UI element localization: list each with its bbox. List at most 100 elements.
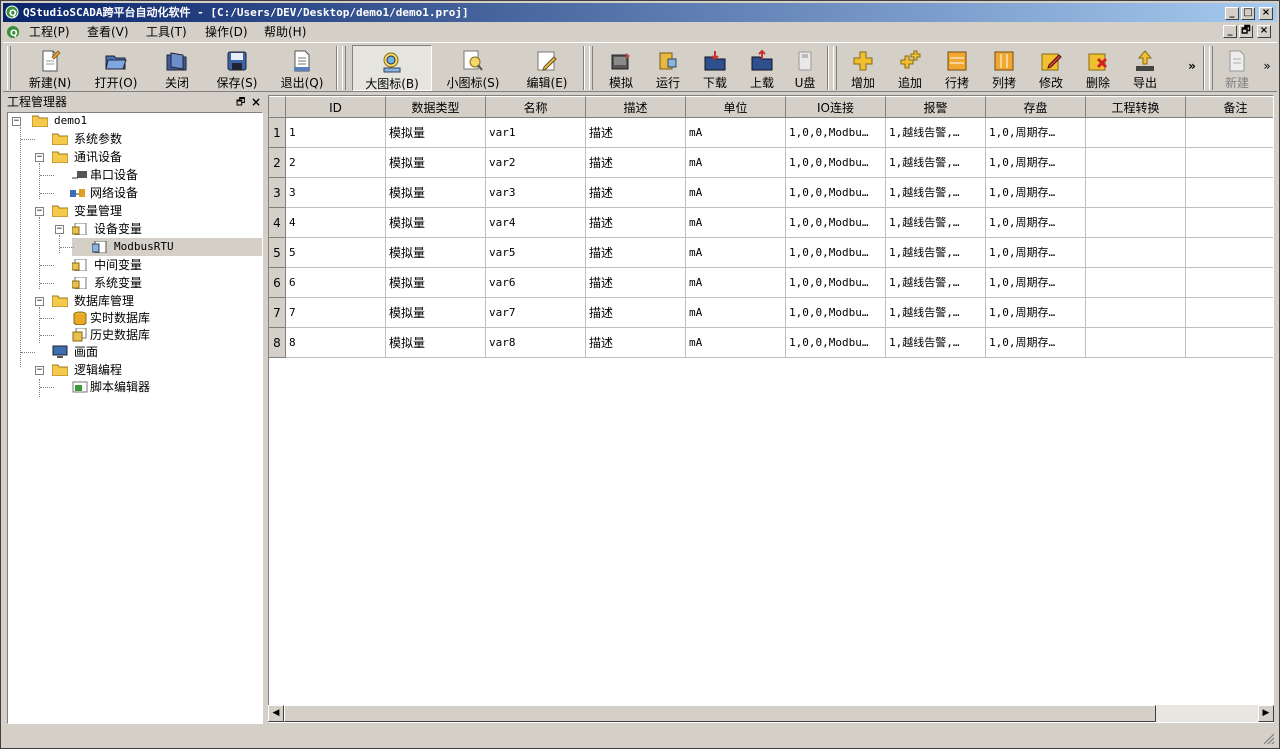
cell-engineering-conversion[interactable] (1086, 238, 1186, 268)
cell-name[interactable]: var8 (486, 328, 586, 358)
cell-io-connection[interactable]: 1,0,0,Modbu… (786, 178, 886, 208)
cell-unit[interactable]: mA (686, 208, 786, 238)
append-button[interactable]: 追加 (888, 45, 932, 91)
cell-storage[interactable]: 1,0,周期存… (986, 328, 1086, 358)
cell-name[interactable]: var3 (486, 178, 586, 208)
cell-id[interactable]: 5 (286, 238, 386, 268)
menu-view[interactable]: 查看(V) (87, 23, 129, 41)
column-copy-button[interactable]: 列拷 (982, 45, 1026, 91)
cell-remarks[interactable] (1186, 328, 1273, 358)
menu-tools[interactable]: 工具(T) (146, 23, 187, 41)
row-header[interactable]: 2 (269, 148, 286, 178)
resize-grip-icon[interactable] (1261, 731, 1275, 745)
cell-io-connection[interactable]: 1,0,0,Modbu… (786, 208, 886, 238)
cell-data-type[interactable]: 模拟量 (386, 268, 486, 298)
cell-unit[interactable]: mA (686, 178, 786, 208)
cell-engineering-conversion[interactable] (1086, 118, 1186, 148)
cell-unit[interactable]: mA (686, 298, 786, 328)
cell-unit[interactable]: mA (686, 148, 786, 178)
cell-data-type[interactable]: 模拟量 (386, 118, 486, 148)
export-button[interactable]: 导出 (1123, 45, 1167, 91)
corner-header[interactable] (269, 96, 286, 118)
cell-remarks[interactable] (1186, 118, 1273, 148)
run-button[interactable]: 运行 (646, 45, 690, 91)
menu-help[interactable]: 帮助(H) (264, 23, 306, 41)
cell-engineering-conversion[interactable] (1086, 328, 1186, 358)
column-header-unit[interactable]: 单位 (686, 96, 786, 118)
cell-id[interactable]: 8 (286, 328, 386, 358)
row-copy-button[interactable]: 行拷 (935, 45, 979, 91)
modify-button[interactable]: 修改 (1029, 45, 1073, 91)
delete-button[interactable]: 删除 (1076, 45, 1120, 91)
scroll-right-arrow-icon[interactable]: ▶ (1258, 705, 1274, 722)
scrollbar-thumb[interactable] (284, 705, 1156, 722)
cell-alarm[interactable]: 1,越线告警,… (886, 208, 986, 238)
edit-button[interactable]: 编辑(E) (515, 45, 579, 91)
horizontal-scrollbar[interactable]: ◀ ▶ (268, 705, 1274, 722)
menu-operate[interactable]: 操作(D) (205, 23, 248, 41)
cell-description[interactable]: 描述 (586, 328, 686, 358)
cell-alarm[interactable]: 1,越线告警,… (886, 118, 986, 148)
cell-remarks[interactable] (1186, 298, 1273, 328)
variable-table[interactable]: ID 数据类型 名称 描述 单位 IO连接 报警 存盘 工程转换 备注 1 1 模拟… (268, 95, 1274, 723)
simulate-button[interactable]: 模拟 (599, 45, 643, 91)
toolbar-grip[interactable] (589, 46, 593, 90)
float-panel-icon[interactable]: 🗗 (236, 94, 245, 111)
mdi-minimize-button[interactable]: _ (1223, 25, 1237, 38)
cell-alarm[interactable]: 1,越线告警,… (886, 298, 986, 328)
cell-id[interactable]: 2 (286, 148, 386, 178)
cell-remarks[interactable] (1186, 148, 1273, 178)
cell-name[interactable]: var2 (486, 148, 586, 178)
cell-io-connection[interactable]: 1,0,0,Modbu… (786, 328, 886, 358)
column-header-remarks[interactable]: 备注 (1186, 96, 1273, 118)
cell-alarm[interactable]: 1,越线告警,… (886, 328, 986, 358)
cell-engineering-conversion[interactable] (1086, 208, 1186, 238)
cell-io-connection[interactable]: 1,0,0,Modbu… (786, 148, 886, 178)
cell-name[interactable]: var7 (486, 298, 586, 328)
column-header-name[interactable]: 名称 (486, 96, 586, 118)
toolbar-overflow-button-2[interactable]: » (1261, 45, 1273, 91)
toolbar-grip[interactable] (1209, 46, 1213, 90)
cell-io-connection[interactable]: 1,0,0,Modbu… (786, 118, 886, 148)
cell-alarm[interactable]: 1,越线告警,… (886, 268, 986, 298)
cell-unit[interactable]: mA (686, 268, 786, 298)
cell-id[interactable]: 4 (286, 208, 386, 238)
cell-description[interactable]: 描述 (586, 268, 686, 298)
cell-remarks[interactable] (1186, 268, 1273, 298)
row-header[interactable]: 1 (269, 118, 286, 148)
cell-remarks[interactable] (1186, 238, 1273, 268)
new-button[interactable]: 新建(N) (21, 45, 79, 91)
column-header-engineering-conversion[interactable]: 工程转换 (1086, 96, 1186, 118)
cell-remarks[interactable] (1186, 208, 1273, 238)
cell-storage[interactable]: 1,0,周期存… (986, 118, 1086, 148)
column-header-io-connection[interactable]: IO连接 (786, 96, 886, 118)
column-header-description[interactable]: 描述 (586, 96, 686, 118)
cell-engineering-conversion[interactable] (1086, 178, 1186, 208)
maximize-button[interactable]: □ (1241, 7, 1255, 20)
download-button[interactable]: 下载 (693, 45, 737, 91)
collapse-icon[interactable]: − (35, 207, 44, 216)
row-header[interactable]: 5 (269, 238, 286, 268)
cell-storage[interactable]: 1,0,周期存… (986, 208, 1086, 238)
cell-unit[interactable]: mA (686, 238, 786, 268)
cell-storage[interactable]: 1,0,周期存… (986, 178, 1086, 208)
column-header-storage[interactable]: 存盘 (986, 96, 1086, 118)
collapse-icon[interactable]: − (12, 117, 21, 126)
menu-project[interactable]: 工程(P) (29, 23, 70, 41)
cell-description[interactable]: 描述 (586, 238, 686, 268)
column-header-id[interactable]: ID (286, 96, 386, 118)
cell-description[interactable]: 描述 (586, 148, 686, 178)
cell-io-connection[interactable]: 1,0,0,Modbu… (786, 298, 886, 328)
cell-unit[interactable]: mA (686, 328, 786, 358)
collapse-icon[interactable]: − (35, 153, 44, 162)
row-header[interactable]: 4 (269, 208, 286, 238)
toolbar-grip[interactable] (342, 46, 346, 90)
toolbar-overflow-button[interactable]: » (1185, 45, 1199, 91)
cell-description[interactable]: 描述 (586, 208, 686, 238)
new-record-button[interactable]: 新建 (1217, 45, 1257, 91)
cell-storage[interactable]: 1,0,周期存… (986, 238, 1086, 268)
column-header-alarm[interactable]: 报警 (886, 96, 986, 118)
cell-description[interactable]: 描述 (586, 118, 686, 148)
cell-description[interactable]: 描述 (586, 178, 686, 208)
toolbar-grip[interactable] (833, 46, 837, 90)
